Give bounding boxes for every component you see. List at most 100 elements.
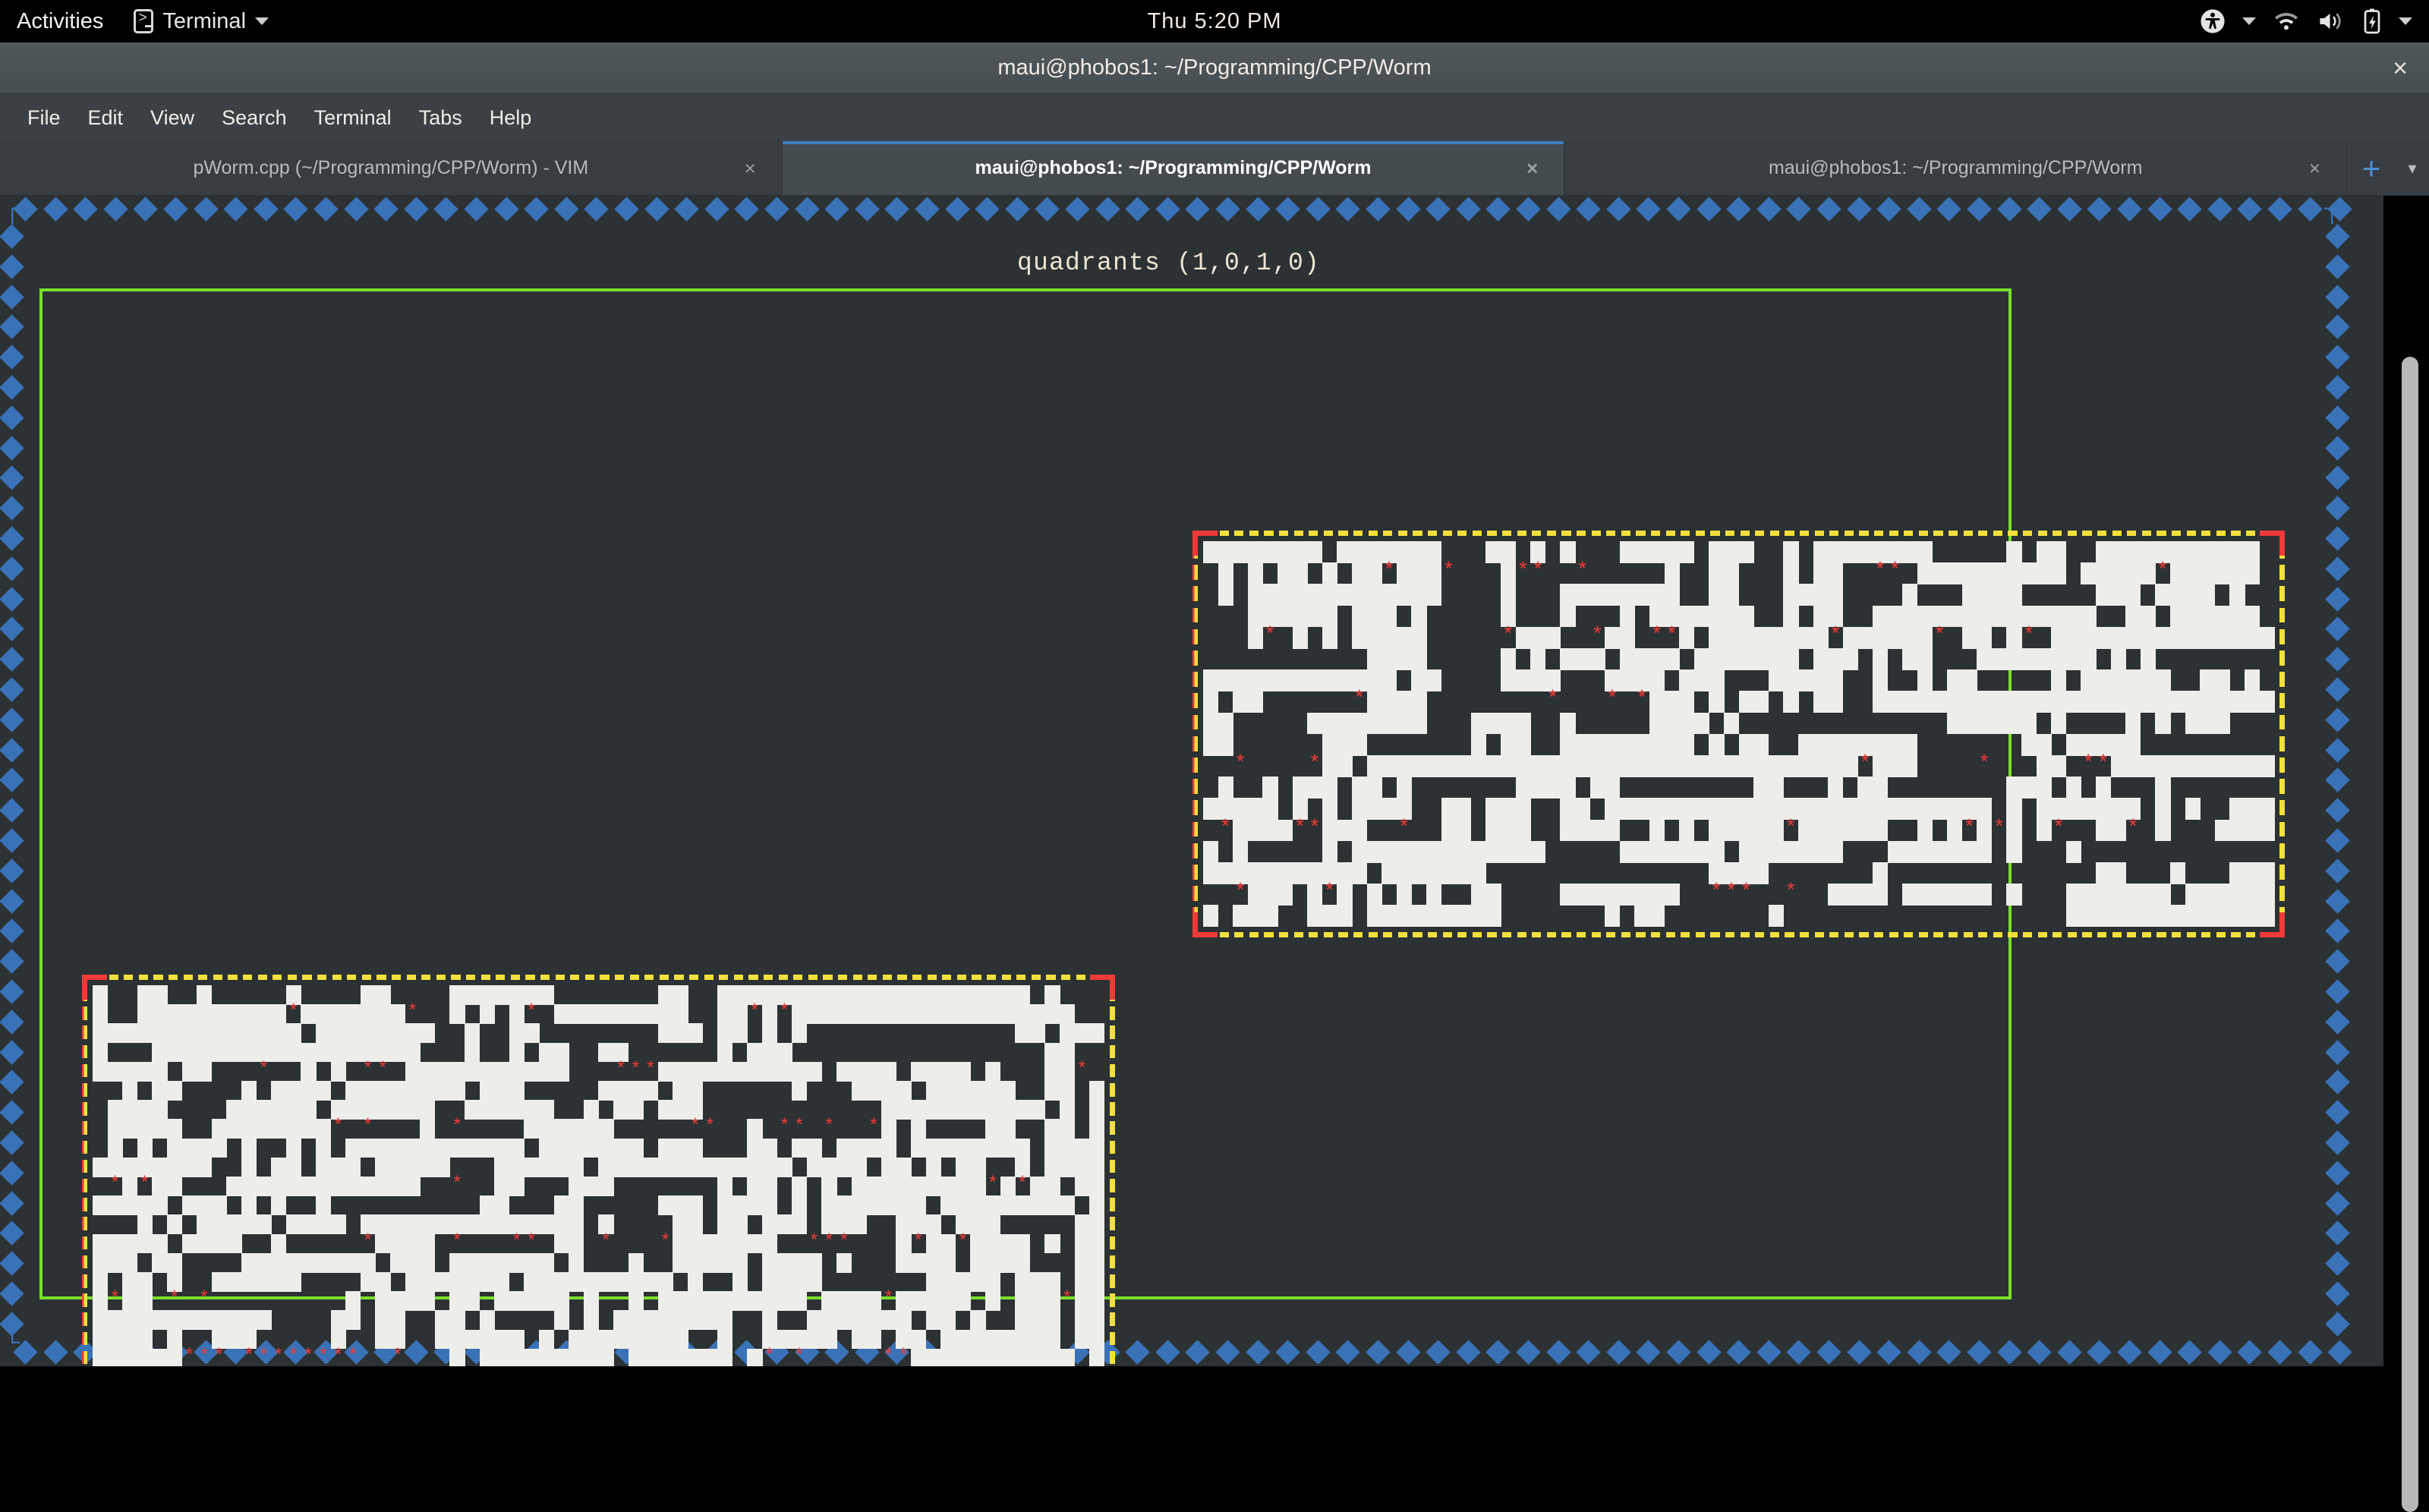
border-diamond-icon xyxy=(1275,1340,1300,1365)
border-diamond-icon xyxy=(855,197,880,222)
clock[interactable]: Thu 5:20 PM xyxy=(0,9,2429,34)
battery-charging-icon[interactable] xyxy=(2362,8,2382,35)
maze-item-star: * xyxy=(198,1289,210,1310)
maze-wall-block xyxy=(821,1195,927,1215)
maze-border-dash xyxy=(82,1350,87,1365)
menu-item-terminal[interactable]: Terminal xyxy=(301,102,405,134)
wifi-icon[interactable] xyxy=(2273,10,2300,33)
maze-border-dash xyxy=(659,975,669,980)
maze-wall-block xyxy=(2155,776,2171,799)
maze-wall-block xyxy=(1203,798,1278,821)
maze-wall-block xyxy=(1470,712,1531,735)
maze-item-star: * xyxy=(288,1002,299,1023)
border-diamond-icon xyxy=(2325,828,2350,853)
maze-border-dash xyxy=(764,975,773,980)
border-diamond-icon xyxy=(524,197,549,222)
chevron-down-icon[interactable]: ▾ xyxy=(2396,141,2429,195)
maze-wall-block xyxy=(2140,648,2156,670)
maze-border-dash xyxy=(1502,531,1512,536)
tab-close-button[interactable]: × xyxy=(744,156,755,180)
accessibility-icon[interactable] xyxy=(2200,8,2226,34)
border-diamond-icon xyxy=(2325,586,2350,612)
border-diamond-icon xyxy=(1485,197,1511,222)
terminal-tab-2[interactable]: maui@phobos1: ~/Programming/CPP/Worm × xyxy=(1564,141,2348,195)
maze-border-dash xyxy=(376,975,386,980)
border-diamond-icon xyxy=(2325,526,2350,551)
border-diamond-icon xyxy=(0,979,24,1004)
maze-wall-block xyxy=(2065,884,2171,906)
menu-item-tabs[interactable]: Tabs xyxy=(405,102,476,134)
menu-item-edit[interactable]: Edit xyxy=(74,102,137,134)
maze-border-dash xyxy=(1192,607,1198,623)
maze-wall-block xyxy=(583,1291,599,1311)
border-diamond-icon xyxy=(1786,197,1812,222)
border-diamond-icon xyxy=(2057,1340,2082,1365)
maze-wall-block xyxy=(2051,712,2067,735)
maze-item-star: * xyxy=(987,1174,998,1195)
tab-close-button[interactable]: × xyxy=(1526,156,1538,180)
terminal-scrollbar-thumb[interactable] xyxy=(2402,357,2418,1512)
maze-wall-block xyxy=(747,1119,763,1139)
maze-wall-block xyxy=(93,1023,301,1044)
maze-wall-block xyxy=(93,1195,168,1215)
maze-border-dash xyxy=(1109,1236,1115,1250)
maze-item-star: * xyxy=(1308,817,1322,840)
maze-border-dash xyxy=(1665,931,1675,937)
terminal-tab-0[interactable]: pWorm.cpp (~/Programming/CPP/Worm) - VIM… xyxy=(0,141,783,195)
maze-wall-block xyxy=(553,1233,584,1254)
terminal-tab-1[interactable]: maui@phobos1: ~/Programming/CPP/Worm × xyxy=(782,141,1565,195)
volume-icon[interactable] xyxy=(2317,10,2346,33)
chevron-down-icon[interactable] xyxy=(2399,17,2412,25)
maze-border-dash xyxy=(1725,931,1735,937)
maze-wall-block xyxy=(2096,819,2126,842)
maze-border-dash xyxy=(1725,531,1735,536)
border-diamond-icon xyxy=(343,197,369,222)
maze-wall-block xyxy=(1709,584,1740,606)
menu-item-search[interactable]: Search xyxy=(208,102,301,134)
chevron-down-icon[interactable] xyxy=(2242,17,2256,25)
maze-wall-block xyxy=(1783,562,1799,584)
maze-wall-block xyxy=(1233,819,1293,842)
terminal-canvas[interactable]: ┌ ┐ └ quadrants (1,0,1,0) * * * * * * * * * * * * * * * * * *… xyxy=(0,196,2429,1366)
maze-wall-block xyxy=(851,1329,882,1350)
maze-border-dash xyxy=(584,975,594,980)
maze-wall-block xyxy=(1961,626,1993,649)
border-diamond-icon xyxy=(584,197,610,222)
maze-item-star: * xyxy=(2097,753,2109,776)
maze-wall-block xyxy=(93,985,109,1005)
maze-wall-block xyxy=(122,1272,153,1292)
maze-wall-block xyxy=(2096,862,2126,884)
system-tray[interactable] xyxy=(2200,0,2412,43)
maze-wall-block xyxy=(1813,562,1844,584)
maze-wall-block xyxy=(925,1081,1016,1101)
maze-wall-block xyxy=(1247,584,1442,606)
maze-wall-block xyxy=(1441,819,1472,842)
maze-border-dash xyxy=(1993,931,2002,937)
maze-wall-block xyxy=(2051,669,2067,691)
maze-wall-block xyxy=(1015,1291,1060,1311)
menu-item-view[interactable]: View xyxy=(137,102,208,134)
tab-close-button[interactable]: × xyxy=(2309,156,2320,180)
border-diamond-icon xyxy=(1215,197,1240,222)
maze-wall-block xyxy=(673,1214,704,1235)
maze-wall-block xyxy=(1470,733,1486,756)
maze-border-dash xyxy=(629,975,639,980)
menu-item-help[interactable]: Help xyxy=(476,102,546,134)
window-close-button[interactable]: × xyxy=(2393,55,2408,81)
terminal-scrollbar-track[interactable] xyxy=(2383,196,2429,1512)
maze-border-dash xyxy=(1963,531,1973,536)
menu-item-file[interactable]: File xyxy=(14,102,74,134)
maze-border-dash xyxy=(1621,931,1630,937)
border-diamond-icon xyxy=(554,197,579,222)
border-diamond-icon xyxy=(1967,197,1992,222)
maze-wall-block xyxy=(2155,819,2171,842)
maze-border-dash xyxy=(2246,531,2256,536)
maze-border-dash xyxy=(1978,931,1988,937)
border-diamond-icon xyxy=(0,1100,24,1125)
maze-border-dash xyxy=(1192,758,1198,773)
border-diamond-icon xyxy=(1816,197,1841,222)
border-diamond-icon xyxy=(2325,1010,2350,1035)
new-tab-button[interactable]: + xyxy=(2347,141,2396,195)
maze-wall-block xyxy=(881,1119,896,1139)
maze-wall-block xyxy=(1411,669,1442,691)
